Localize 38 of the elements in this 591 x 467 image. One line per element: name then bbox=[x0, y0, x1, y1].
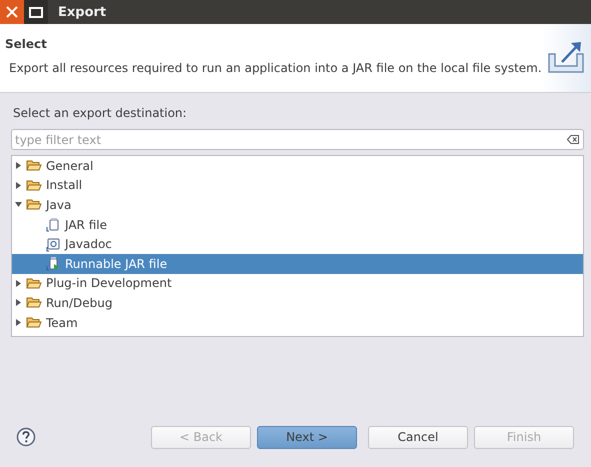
expand-arrow-icon[interactable] bbox=[14, 278, 23, 288]
expand-arrow-icon[interactable] bbox=[14, 161, 23, 170]
collapse-arrow-icon[interactable] bbox=[14, 200, 23, 210]
javadoc-icon bbox=[45, 236, 61, 252]
window-title: Export bbox=[58, 4, 106, 20]
tree-item[interactable]: Plug-in Development bbox=[12, 274, 583, 294]
page-description: Export all resources required to run an application into a JAR file on the local file system. bbox=[9, 61, 542, 75]
folder-icon bbox=[26, 178, 42, 193]
destination-label: Select an export destination: bbox=[13, 106, 188, 120]
folder-icon bbox=[26, 197, 42, 212]
close-button[interactable] bbox=[0, 0, 24, 24]
folder-icon bbox=[26, 158, 42, 174]
maximize-button[interactable] bbox=[24, 0, 48, 24]
dialog-button[interactable]: Next > bbox=[257, 426, 357, 448]
maximize-icon[interactable] bbox=[29, 6, 43, 18]
help-icon[interactable] bbox=[16, 427, 36, 447]
folder-icon bbox=[26, 315, 42, 330]
runnable-jar-icon bbox=[45, 256, 61, 272]
tree-item[interactable]: Run/Debug bbox=[12, 293, 583, 313]
tree-item[interactable]: Java bbox=[12, 195, 583, 215]
tree-item[interactable]: Runnable JAR file bbox=[12, 254, 583, 274]
clear-icon[interactable] bbox=[567, 135, 579, 144]
jar-icon bbox=[45, 217, 61, 232]
folder-icon bbox=[26, 276, 42, 291]
close-icon[interactable] bbox=[6, 6, 18, 18]
expand-arrow-icon[interactable] bbox=[14, 318, 23, 328]
folder-icon bbox=[26, 295, 42, 310]
tree-item[interactable]: Team bbox=[12, 312, 583, 332]
expand-arrow-icon[interactable] bbox=[14, 180, 23, 190]
export-tray-icon bbox=[546, 40, 586, 76]
dialog-button[interactable]: Cancel bbox=[368, 426, 468, 448]
tree-item[interactable]: Javadoc bbox=[12, 234, 583, 254]
tree-item[interactable]: General bbox=[12, 156, 583, 176]
filter-field[interactable]: type filter text bbox=[11, 129, 584, 150]
tree-item[interactable]: JAR file bbox=[12, 214, 583, 234]
page-title: Select bbox=[5, 37, 48, 51]
tree-item[interactable]: Install bbox=[12, 176, 583, 196]
expand-arrow-icon[interactable] bbox=[14, 298, 23, 308]
